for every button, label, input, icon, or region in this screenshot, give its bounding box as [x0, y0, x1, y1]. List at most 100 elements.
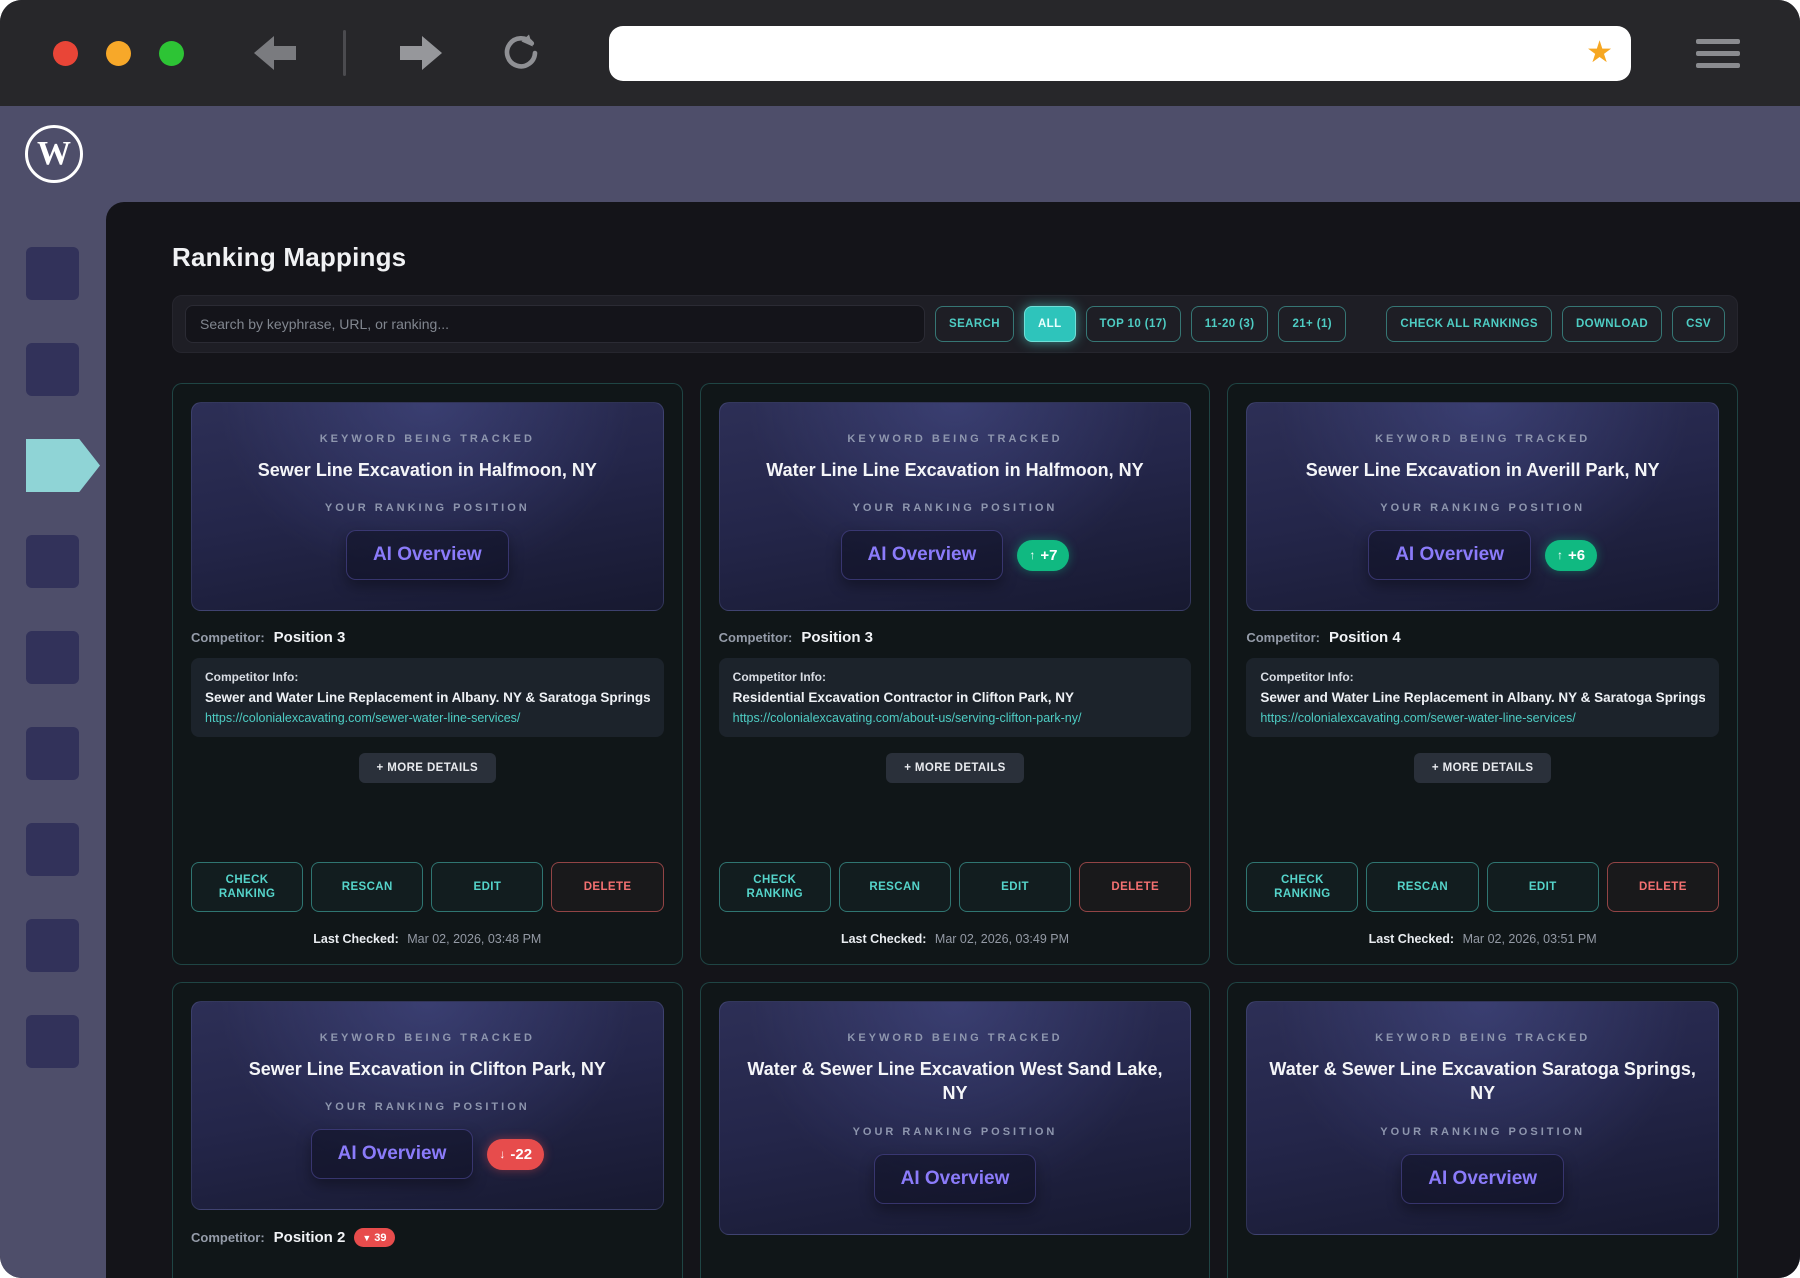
competitor-info-label: Competitor Info: [1260, 670, 1354, 685]
ranking-change-badge: ↑ +7 [1017, 539, 1070, 571]
card-footer: Last Checked: Mar 02, 2026, 03:51 PM [1246, 932, 1719, 946]
csv-button[interactable]: CSV [1672, 306, 1725, 342]
ranking-position-label: YOUR RANKING POSITION [324, 1101, 530, 1114]
more-details-wrap: + MORE DETAILS [719, 753, 1192, 784]
more-details-wrap: + MORE DETAILS [1246, 753, 1719, 784]
ranking-card: KEYWORD BEING TRACKED Water Line Line Ex… [699, 383, 1211, 965]
minimize-window-button[interactable] [106, 40, 131, 66]
edit-button[interactable]: EDIT [431, 862, 544, 912]
sidebar-item[interactable] [26, 247, 79, 300]
check-ranking-button[interactable]: CHECK RANKING [191, 862, 304, 912]
more-details-button[interactable]: + MORE DETAILS [358, 753, 497, 784]
change-value: +7 [1040, 546, 1058, 564]
filter-21plus-button[interactable]: 21+ (1) [1278, 306, 1346, 342]
ranking-row: AI Overview ↑ +7 [740, 530, 1171, 581]
close-window-button[interactable] [53, 40, 78, 66]
nav-divider [343, 30, 346, 76]
ranking-position-label: YOUR RANKING POSITION [852, 1125, 1058, 1138]
ranking-row: AI Overview [740, 1153, 1171, 1204]
competitor-url-link[interactable]: https://colonialexcavating.com/sewer-wat… [205, 711, 650, 725]
main-panel: Ranking Mappings SEARCH ALL TOP 10 (17) … [106, 202, 1800, 1278]
download-button[interactable]: DOWNLOAD [1561, 306, 1663, 342]
search-button[interactable]: SEARCH [935, 306, 1014, 342]
rescan-button[interactable]: RESCAN [1366, 862, 1479, 912]
sidebar-item[interactable] [26, 919, 79, 972]
filter-all-button[interactable]: ALL [1023, 306, 1076, 342]
rescan-button[interactable]: RESCAN [838, 862, 951, 912]
ai-overview-button[interactable]: AI Overview [310, 1129, 474, 1180]
url-bar[interactable]: ★ [609, 25, 1631, 81]
competitor-url-link[interactable]: https://colonialexcavating.com/about-us/… [733, 711, 1178, 725]
back-icon[interactable] [252, 33, 298, 73]
last-checked-date: Mar 02, 2026, 03:48 PM [407, 932, 542, 946]
ranking-card: KEYWORD BEING TRACKED Water & Sewer Line… [699, 982, 1211, 1278]
competitor-position: Position 3 [801, 629, 874, 647]
filter-top10-button[interactable]: TOP 10 (17) [1085, 306, 1181, 342]
keyword-tracked-label: KEYWORD BEING TRACKED [1375, 1032, 1591, 1044]
card-actions: CHECK RANKING RESCAN EDIT DELETE [191, 862, 664, 912]
sidebar-item[interactable] [26, 631, 79, 684]
forward-icon[interactable] [398, 33, 444, 73]
card-header: KEYWORD BEING TRACKED Sewer Line Excavat… [191, 402, 664, 612]
sidebar-item[interactable] [26, 727, 79, 780]
refresh-icon[interactable] [501, 33, 541, 73]
change-arrow-icon: ↓ [499, 1147, 506, 1162]
delete-button[interactable]: DELETE [1079, 862, 1192, 912]
ranking-row: AI Overview ↓ -22 [212, 1129, 643, 1180]
ranking-card: KEYWORD BEING TRACKED Sewer Line Excavat… [172, 383, 683, 965]
wordpress-logo-icon[interactable]: W [25, 125, 83, 183]
edit-button[interactable]: EDIT [1486, 862, 1599, 912]
ai-overview-button[interactable]: AI Overview [873, 1153, 1037, 1204]
ai-overview-button[interactable]: AI Overview [1368, 530, 1531, 581]
ai-overview-button[interactable]: AI Overview [1401, 1153, 1565, 1204]
check-all-rankings-button[interactable]: CHECK ALL RANKINGS [1386, 306, 1552, 342]
ranking-change-badge: ↑ +6 [1544, 539, 1598, 571]
search-input[interactable] [185, 305, 925, 343]
sidebar-item[interactable] [26, 535, 79, 588]
ranking-card: KEYWORD BEING TRACKED Sewer Line Excavat… [1227, 383, 1738, 965]
more-details-button[interactable]: + MORE DETAILS [1413, 753, 1552, 784]
competitor-label: Competitor: [718, 630, 793, 646]
bookmark-star-icon[interactable]: ★ [1586, 38, 1613, 68]
rescan-button[interactable]: RESCAN [311, 862, 424, 912]
sidebar-item-active-arrow[interactable] [26, 439, 100, 492]
competitor-url-link[interactable]: https://colonialexcavating.com/sewer-wat… [1260, 711, 1705, 725]
ai-overview-button[interactable]: AI Overview [345, 530, 509, 581]
more-details-wrap: + MORE DETAILS [191, 753, 664, 784]
ranking-position-label: YOUR RANKING POSITION [324, 502, 530, 515]
window-controls [53, 40, 184, 66]
check-ranking-button[interactable]: CHECK RANKING [1246, 862, 1359, 912]
ai-overview-button[interactable]: AI Overview [840, 530, 1004, 581]
change-value: -22 [510, 1145, 533, 1163]
ranking-change-badge: ↓ -22 [487, 1138, 545, 1170]
competitor-label: Competitor: [191, 1230, 265, 1246]
keyword-tracked-label: KEYWORD BEING TRACKED [319, 1032, 535, 1044]
card-header: KEYWORD BEING TRACKED Water & Sewer Line… [1246, 1001, 1719, 1235]
check-ranking-button[interactable]: CHECK RANKING [718, 862, 831, 912]
filter-11-20-button[interactable]: 11-20 (3) [1190, 306, 1269, 342]
competitor-row: Competitor: Position 2 ▼ 39 [191, 1228, 664, 1248]
competitor-info-box: Competitor Info: Sewer and Water Line Re… [1246, 658, 1719, 738]
change-value: +6 [1567, 546, 1586, 564]
competitor-row: Competitor: Position 3 [191, 629, 664, 646]
cards-grid: KEYWORD BEING TRACKED Sewer Line Excavat… [172, 383, 1738, 1278]
competitor-title: Residential Excavation Contractor in Cli… [732, 690, 1074, 706]
change-arrow-icon: ↑ [1556, 548, 1563, 563]
competitor-position: Position 3 [273, 629, 346, 647]
keyword-title: Water & Sewer Line Excavation West Sand … [747, 1059, 1163, 1104]
competitor-position: Position 4 [1329, 629, 1401, 647]
url-input[interactable] [609, 25, 1631, 81]
sidebar-item[interactable] [26, 343, 79, 396]
browser-menu-icon[interactable] [1696, 38, 1740, 68]
competitor-info-box: Competitor Info: Residential Excavation … [718, 658, 1192, 738]
zoom-window-button[interactable] [159, 40, 184, 66]
keyword-tracked-label: KEYWORD BEING TRACKED [847, 433, 1063, 445]
edit-button[interactable]: EDIT [958, 862, 1072, 912]
competitor-position: Position 2 [273, 1229, 346, 1247]
sidebar-item[interactable] [26, 1015, 79, 1068]
delete-button[interactable]: DELETE [1606, 862, 1719, 912]
keyword-tracked-label: KEYWORD BEING TRACKED [1375, 433, 1591, 445]
sidebar-item[interactable] [26, 823, 79, 876]
delete-button[interactable]: DELETE [551, 862, 664, 912]
more-details-button[interactable]: + MORE DETAILS [886, 753, 1024, 784]
